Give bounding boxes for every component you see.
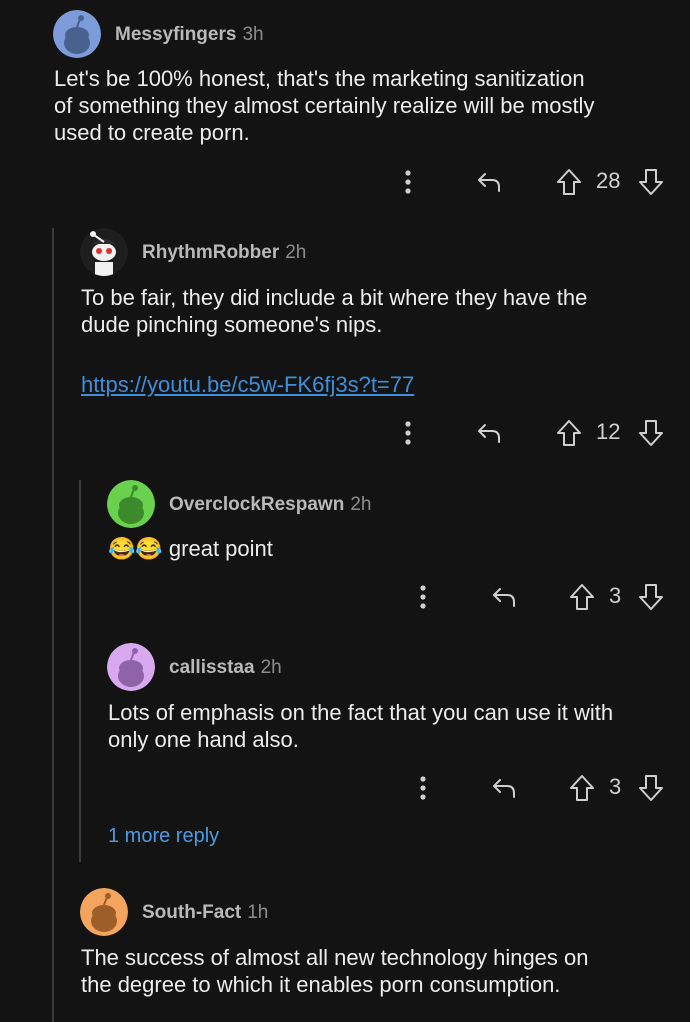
more-options-button[interactable] <box>396 416 420 450</box>
snoo-avatar-icon <box>107 480 155 528</box>
comment-body: 😂😂 great point <box>108 535 273 562</box>
timestamp: 3h <box>242 24 264 45</box>
timestamp: 2h <box>285 242 307 263</box>
vote-count: 12 <box>596 419 621 444</box>
avatar[interactable] <box>53 10 101 58</box>
comment-body: Lots of emphasis on the fact that you ca… <box>108 699 613 753</box>
comment-actions: 12 <box>390 416 670 450</box>
vertical-dots-icon <box>420 585 426 609</box>
vertical-dots-icon <box>420 776 426 800</box>
reply-arrow-icon <box>493 779 515 798</box>
downvote-arrow-icon <box>639 420 663 446</box>
snoo-avatar-icon <box>53 10 101 58</box>
comment-line: only one hand also. <box>108 727 299 752</box>
upvote-arrow-icon <box>557 420 581 446</box>
username[interactable]: OverclockRespawn <box>169 494 344 515</box>
comment-actions: 3 <box>405 580 670 614</box>
more-options-button[interactable] <box>396 165 420 199</box>
timestamp: 2h <box>350 494 372 515</box>
upvote-button[interactable] <box>554 165 584 199</box>
reply-arrow-icon <box>478 424 500 443</box>
downvote-button[interactable] <box>636 416 666 450</box>
upvote-arrow-icon <box>570 584 594 610</box>
comment-line: the degree to which it enables porn cons… <box>81 972 561 997</box>
comment-link[interactable]: https://youtu.be/c5w-FK6fj3s?t=77 <box>81 371 414 398</box>
snoo-avatar-icon <box>80 888 128 936</box>
downvote-arrow-icon <box>639 775 663 801</box>
snoo-avatar-icon <box>107 643 155 691</box>
comment-actions: 3 <box>405 771 670 805</box>
comment-line: Lots of emphasis on the fact that you ca… <box>108 700 614 725</box>
username[interactable]: callisstaa <box>169 657 255 678</box>
reply-arrow-icon <box>493 588 515 607</box>
comment-line: used to create porn. <box>54 120 250 145</box>
avatar[interactable] <box>107 480 155 528</box>
comment-meta: OverclockRespawn 2h <box>169 494 371 516</box>
downvote-button[interactable] <box>636 771 666 805</box>
comment-meta: callisstaa 2h <box>169 657 282 679</box>
timestamp: 1h <box>247 902 269 923</box>
avatar[interactable] <box>107 643 155 691</box>
comment-meta: Messyfingers 3h <box>115 24 264 46</box>
reply-arrow-icon <box>478 173 500 192</box>
vote-count: 3 <box>609 583 622 608</box>
username[interactable]: Messyfingers <box>115 24 236 45</box>
more-replies-link[interactable]: 1 more reply <box>108 825 219 848</box>
downvote-arrow-icon <box>639 169 663 195</box>
vote-count: 28 <box>596 168 621 193</box>
thread-line-level-1[interactable] <box>52 228 54 1022</box>
upvote-button[interactable] <box>567 771 597 805</box>
reply-button[interactable] <box>474 165 504 199</box>
downvote-button[interactable] <box>636 165 666 199</box>
vote-count: 3 <box>609 774 622 799</box>
comment-line: To be fair, they did include a bit where… <box>81 285 588 310</box>
comment-meta: South-Fact 1h <box>142 902 268 924</box>
upvote-button[interactable] <box>567 580 597 614</box>
reply-button[interactable] <box>489 771 519 805</box>
vertical-dots-icon <box>405 421 411 445</box>
upvote-arrow-icon <box>570 775 594 801</box>
reply-button[interactable] <box>489 580 519 614</box>
downvote-arrow-icon <box>639 584 663 610</box>
comment-line: dude pinching someone's nips. <box>81 312 383 337</box>
more-options-button[interactable] <box>411 580 435 614</box>
username[interactable]: RhythmRobber <box>142 242 279 263</box>
comment-line: The success of almost all new technology… <box>81 945 589 970</box>
comment-line: of something they almost certainly reali… <box>54 93 595 118</box>
reply-button[interactable] <box>474 416 504 450</box>
upvote-button[interactable] <box>554 416 584 450</box>
avatar[interactable] <box>80 888 128 936</box>
username[interactable]: South-Fact <box>142 902 241 923</box>
comment-line: Let's be 100% honest, that's the marketi… <box>54 66 585 91</box>
comment-actions: 28 <box>390 165 670 199</box>
snoo-avatar-icon <box>80 228 128 276</box>
vertical-dots-icon <box>405 170 411 194</box>
upvote-arrow-icon <box>557 169 581 195</box>
comment-line: great point <box>168 536 273 561</box>
laughing-emoji: 😂😂 <box>108 536 163 561</box>
comment-body: Let's be 100% honest, that's the marketi… <box>54 65 594 146</box>
comment-body: To be fair, they did include a bit where… <box>81 284 587 338</box>
downvote-button[interactable] <box>636 580 666 614</box>
thread-line-level-2[interactable] <box>79 480 81 862</box>
comment-body: The success of almost all new technology… <box>81 944 589 998</box>
avatar[interactable] <box>80 228 128 276</box>
timestamp: 2h <box>260 657 282 678</box>
more-options-button[interactable] <box>411 771 435 805</box>
comment-meta: RhythmRobber 2h <box>142 242 306 264</box>
